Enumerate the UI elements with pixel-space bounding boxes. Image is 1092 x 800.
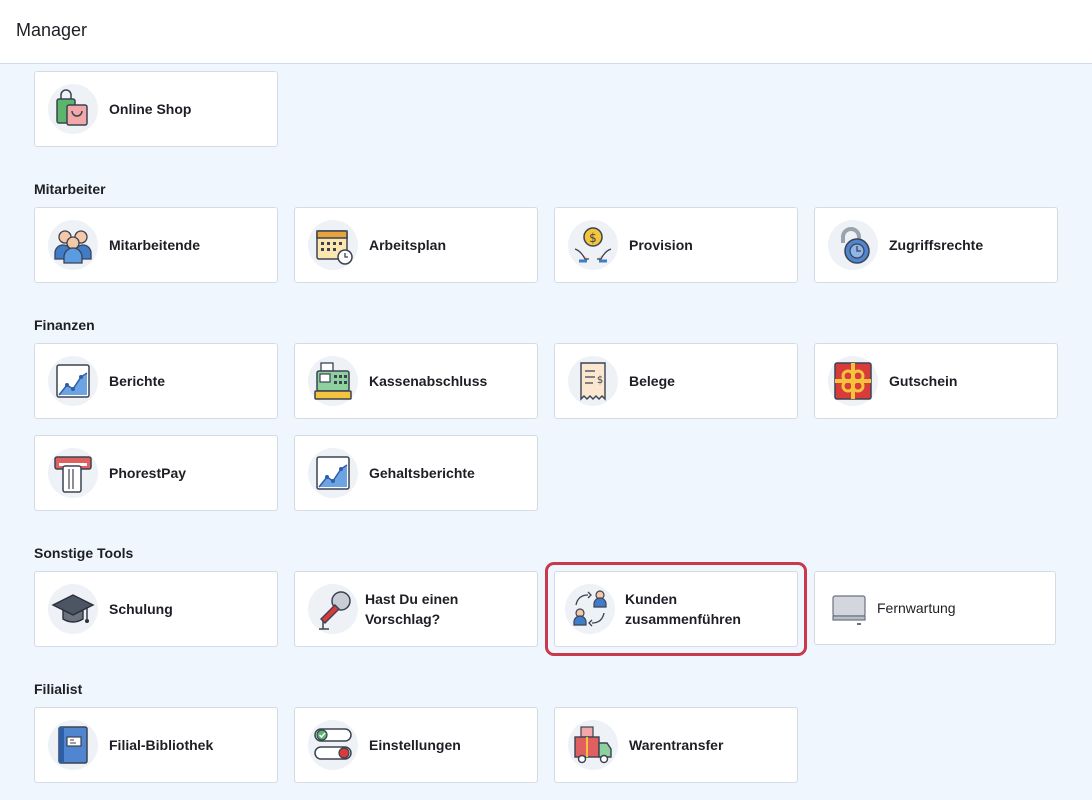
card-label: PhorestPay bbox=[109, 465, 187, 481]
svg-text:$: $ bbox=[597, 375, 603, 386]
card-kassenabschluss[interactable]: Kassenabschluss bbox=[294, 343, 538, 419]
delivery-truck-icon bbox=[568, 720, 618, 770]
app-header: Manager bbox=[0, 0, 1092, 64]
card-label: Gutschein bbox=[889, 373, 958, 389]
card-provision[interactable]: $ Provision bbox=[554, 207, 798, 283]
card-warentransfer[interactable]: Warentransfer bbox=[554, 707, 798, 783]
card-mitarbeitende[interactable]: Mitarbeitende bbox=[34, 207, 278, 283]
card-berichte[interactable]: Berichte bbox=[34, 343, 278, 419]
section-title-mitarbeiter: Mitarbeiter bbox=[34, 181, 106, 197]
card-label: Online Shop bbox=[109, 101, 192, 117]
card-belege[interactable]: $ Belege bbox=[554, 343, 798, 419]
card-zugriffsrechte[interactable]: Zugriffsrechte bbox=[814, 207, 1058, 283]
chart-icon bbox=[308, 448, 358, 498]
card-label: Fernwartung bbox=[877, 600, 956, 616]
shopping-bag-icon bbox=[48, 84, 98, 134]
page-title: Manager bbox=[16, 20, 88, 40]
card-label: Mitarbeitende bbox=[109, 237, 201, 253]
card-gutschein[interactable]: Gutschein bbox=[814, 343, 1058, 419]
card-label: Berichte bbox=[109, 373, 166, 389]
card-label: Provision bbox=[629, 237, 693, 253]
card-label: Schulung bbox=[109, 601, 173, 617]
card-label: Zugriffsrechte bbox=[889, 237, 984, 253]
microphone-icon bbox=[308, 584, 358, 634]
card-filial-bibliothek[interactable]: Filial-Bibliothek bbox=[34, 707, 278, 783]
chart-icon bbox=[48, 356, 98, 406]
card-terminal-icon bbox=[48, 448, 98, 498]
receipt-icon: $ bbox=[568, 356, 618, 406]
card-online-shop[interactable]: Online Shop bbox=[34, 71, 278, 147]
book-icon bbox=[48, 720, 98, 770]
lock-icon bbox=[828, 220, 878, 270]
card-vorschlag[interactable]: Hast Du einen Vorschlag? bbox=[294, 571, 538, 647]
card-gehaltsberichte[interactable]: Gehaltsberichte bbox=[294, 435, 538, 511]
card-label: Gehaltsberichte bbox=[369, 465, 475, 481]
commission-icon: $ bbox=[568, 220, 618, 270]
monitor-icon bbox=[826, 583, 876, 633]
card-einstellungen[interactable]: Einstellungen bbox=[294, 707, 538, 783]
cash-register-icon bbox=[308, 356, 358, 406]
card-schulung[interactable]: Schulung bbox=[34, 571, 278, 647]
calendar-icon bbox=[308, 220, 358, 270]
graduation-cap-icon bbox=[48, 584, 98, 634]
toggle-icon bbox=[308, 720, 358, 770]
card-label: Belege bbox=[629, 373, 675, 389]
card-label: Kassenabschluss bbox=[369, 373, 488, 389]
card-label: Hast Du einen Vorschlag? bbox=[365, 591, 459, 627]
card-label: Warentransfer bbox=[629, 737, 724, 753]
card-fernwartung[interactable]: Fernwartung bbox=[814, 571, 1056, 645]
section-title-finanzen: Finanzen bbox=[34, 317, 95, 333]
section-title-sonstige-tools: Sonstige Tools bbox=[34, 545, 134, 561]
selection-highlight bbox=[545, 562, 807, 656]
section-title-filialist: Filialist bbox=[34, 681, 83, 697]
card-label: Einstellungen bbox=[369, 737, 461, 753]
gift-icon bbox=[828, 356, 878, 406]
staff-icon bbox=[48, 220, 98, 270]
card-label: Filial-Bibliothek bbox=[109, 737, 214, 753]
card-arbeitsplan[interactable]: Arbeitsplan bbox=[294, 207, 538, 283]
card-label: Arbeitsplan bbox=[369, 237, 447, 253]
card-phorestpay[interactable]: PhorestPay bbox=[34, 435, 278, 511]
svg-text:$: $ bbox=[589, 231, 597, 245]
